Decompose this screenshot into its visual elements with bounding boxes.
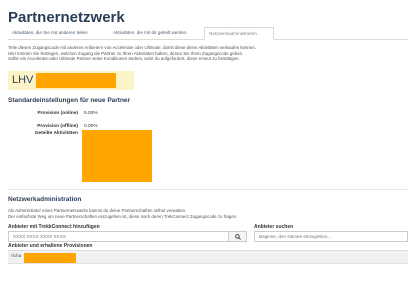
intro-text: Teile diesen Zugangscode mit anderen Anb… (8, 45, 408, 62)
admin-title: Netzwerkadministration (8, 196, 82, 203)
admin-desc-2: Der einfachste Weg um neue Partnerschaft… (8, 214, 237, 219)
defaults-title: Standardeinstellungen für neue Partner (8, 97, 131, 104)
access-code-prefix: LHV (12, 74, 34, 86)
section-divider (8, 189, 408, 190)
search-provider-input[interactable] (254, 231, 408, 242)
add-provider-search-button[interactable] (228, 231, 247, 242)
tab-shared-by-you[interactable]: Aktivitäten, die Sie mit anderen teilen (8, 27, 103, 40)
add-provider-label: Anbieter mit TrekkConnect hinzufügen (8, 224, 100, 230)
providers-table-title: Anbieter und erhaltene Provisionen (8, 243, 93, 249)
admin-desc-1: Als Administrator eines Partnernetzwerks… (8, 208, 187, 213)
redaction-access-code (36, 73, 116, 88)
intro-line-3: Sollte ein Accelerate-oder Ultimate Part… (8, 56, 240, 62)
access-code-input[interactable] (8, 231, 229, 242)
shared-activities-label: Geteilte Aktivitäten (34, 131, 78, 136)
provision-offline-label: Provision (offline) (37, 124, 78, 129)
search-icon (234, 233, 241, 240)
provision-online-label: Provision (online) (37, 111, 78, 116)
tab-network-admin[interactable]: Netzwerkadministration (204, 27, 274, 40)
provider-name: richa (11, 254, 22, 259)
access-code-box: LHV (8, 71, 134, 90)
page-title: Partnernetzwerk (8, 9, 125, 26)
tab-shared-with-you[interactable]: Aktivitäten, die mit dir geteilt werden (109, 27, 204, 40)
redaction-shared-activities (82, 130, 152, 182)
provision-online-value: 5.00% (84, 111, 98, 116)
provision-offline-value: 0.00% (84, 124, 98, 129)
redaction-provider-name (24, 253, 76, 263)
tab-bar: Aktivitäten, die Sie mit anderen teilen … (8, 27, 408, 40)
providers-table-header: Anbieter und erhaltene Provisionen (8, 242, 408, 251)
search-provider-label: Anbieter suchen (254, 224, 294, 230)
table-row[interactable]: richa (8, 251, 408, 264)
